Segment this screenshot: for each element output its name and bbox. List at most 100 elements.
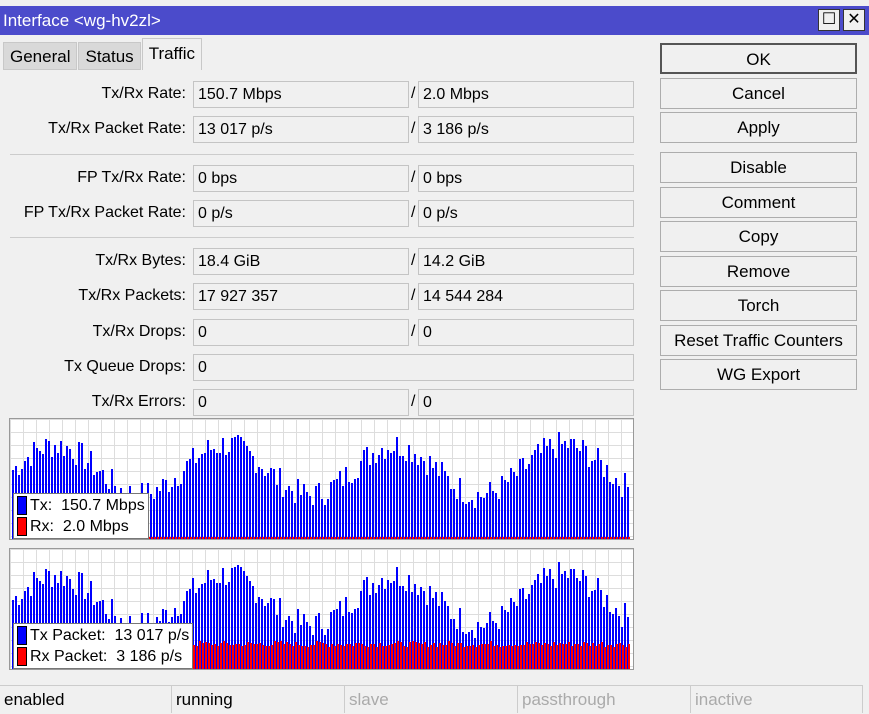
tab-bar: General Status Traffic (3, 38, 203, 70)
tx-bar (264, 475, 266, 539)
maximize-button[interactable]: ☐ (818, 9, 840, 31)
tx-bar (324, 504, 326, 539)
tx-swatch (17, 496, 27, 515)
tx-bar (201, 453, 203, 539)
fp-rx-rate-field: 0 bps (418, 165, 634, 192)
tx-bar (477, 492, 479, 539)
label: Tx/Rx Rate: (101, 85, 186, 102)
tab-general[interactable]: General (3, 42, 78, 70)
tx-bar (519, 458, 521, 539)
tx-bar (354, 479, 356, 539)
rx-packet-rate-field: 3 186 p/s (418, 116, 634, 143)
comment-button[interactable]: Comment (660, 187, 857, 218)
tx-bar (333, 480, 335, 539)
tx-bar (399, 455, 401, 539)
tx-bar (330, 481, 332, 539)
apply-button[interactable]: Apply (660, 112, 857, 143)
status-passthrough: passthrough (518, 685, 691, 713)
tx-bar (600, 460, 602, 539)
tx-bar (225, 455, 227, 539)
label: Tx Queue Drops: (64, 358, 186, 375)
tx-bar (594, 460, 596, 539)
tx-bar (567, 448, 569, 539)
tx-bar (429, 456, 431, 539)
tx-bar (498, 499, 500, 539)
rate-legend: Tx: 150.7 Mbps Rx: 2.0 Mbps (13, 493, 149, 539)
tx-bar (231, 438, 233, 539)
tx-bar (234, 436, 236, 539)
tab-status[interactable]: Status (78, 42, 141, 70)
packet-graph: Tx Packet: 13 017 p/s Rx Packet: 3 186 p… (9, 548, 634, 670)
tx-bar (249, 451, 251, 539)
tx-bar (426, 474, 428, 539)
tx-bar (606, 465, 608, 539)
tx-bar (261, 468, 263, 539)
tx-bar (489, 481, 491, 539)
cancel-button[interactable]: Cancel (660, 78, 857, 109)
remove-button[interactable]: Remove (660, 256, 857, 287)
tx-bar (177, 485, 179, 539)
tx-bar (357, 478, 359, 539)
tx-bar (627, 487, 629, 539)
tx-bar (411, 461, 413, 539)
tx-packet-legend-label: Tx Packet: 13 017 p/s (30, 627, 190, 644)
tab-traffic[interactable]: Traffic (141, 38, 202, 70)
tx-bar (165, 480, 167, 539)
tx-bar (285, 489, 287, 539)
status-slave: slave (345, 685, 518, 713)
tx-bar (255, 473, 257, 539)
tx-bar (402, 455, 404, 539)
copy-button[interactable]: Copy (660, 221, 857, 252)
tx-bar (522, 458, 524, 539)
tx-bar (504, 480, 506, 539)
tx-bar (375, 463, 377, 539)
reset-traffic-counters-button[interactable]: Reset Traffic Counters (660, 325, 857, 356)
tx-drops-field: 0 (193, 319, 409, 346)
tx-bar (279, 468, 281, 539)
wg-export-button[interactable]: WG Export (660, 359, 857, 390)
tx-bar (588, 467, 590, 539)
tx-bar (537, 444, 539, 539)
tx-bar (393, 450, 395, 539)
separator: / (411, 204, 416, 221)
tx-bar (204, 453, 206, 539)
close-button[interactable]: ✕ (843, 9, 865, 31)
tx-bar (432, 467, 434, 539)
fp-tx-rate-field: 0 bps (193, 165, 409, 192)
ok-button[interactable]: OK (660, 43, 857, 74)
tx-packet-rate-field: 13 017 p/s (193, 116, 409, 143)
tx-bar (171, 487, 173, 539)
tx-bar (294, 502, 296, 539)
tx-bar (216, 452, 218, 539)
tx-errors-field: 0 (193, 389, 409, 416)
tx-bar (528, 463, 530, 539)
tx-bar (405, 461, 407, 539)
tx-bar (591, 460, 593, 539)
tx-bar (570, 438, 572, 539)
label: FP Tx/Rx Rate: (77, 169, 186, 186)
label: Tx/Rx Packet Rate: (48, 120, 186, 137)
label: Tx/Rx Drops: (92, 323, 186, 340)
tx-bar (180, 484, 182, 539)
tx-bar (471, 499, 473, 539)
tx-bar (459, 478, 461, 539)
tx-bar (186, 460, 188, 539)
tx-bar (495, 492, 497, 539)
tx-bar (468, 501, 470, 539)
tx-bar (474, 507, 476, 539)
tx-bar (276, 485, 278, 539)
tx-bar (576, 447, 578, 539)
torch-button[interactable]: Torch (660, 290, 857, 321)
status-running: running (172, 685, 345, 713)
tx-bar (618, 486, 620, 539)
row-txrx-packets: Tx/Rx Packets: 17 927 357 / 14 544 284 (0, 283, 640, 310)
tx-bar (336, 478, 338, 539)
tx-bar (531, 455, 533, 539)
rx-swatch (17, 647, 27, 666)
tx-bar (390, 452, 392, 539)
tx-bar (501, 475, 503, 539)
row-fp-txrx-rate: FP Tx/Rx Rate: 0 bps / 0 bps (0, 165, 640, 192)
row-txrx-packet-rate: Tx/Rx Packet Rate: 13 017 p/s / 3 186 p/… (0, 116, 640, 143)
disable-button[interactable]: Disable (660, 152, 857, 183)
tx-bar (270, 468, 272, 539)
